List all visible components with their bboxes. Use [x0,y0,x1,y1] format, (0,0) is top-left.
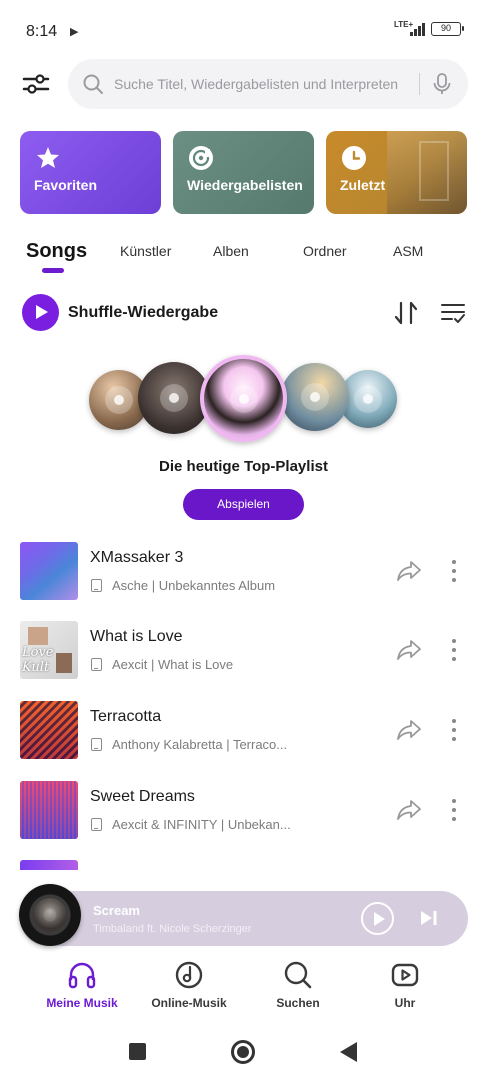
nav-clock[interactable]: Uhr [355,960,455,1010]
multi-select-icon[interactable] [440,300,466,326]
play-top-playlist-button[interactable]: Abspielen [183,489,304,520]
music-disc-icon [175,961,203,989]
song-title: Terracotta [90,708,162,725]
tab-asm[interactable]: ASM [393,243,423,259]
album-art [20,701,78,759]
next-track-icon[interactable] [420,910,438,926]
nav-label: Suchen [276,996,320,1010]
shuffle-play-button[interactable] [22,294,59,331]
recent-card[interactable]: Zuletzt [326,131,467,214]
playlists-label: Wiedergabelisten [187,177,303,193]
song-subtitle: Anthony Kalabretta | Terraco... [112,737,288,752]
microphone-icon[interactable] [430,72,454,96]
tab-albums[interactable]: Alben [213,243,249,259]
back-button[interactable] [340,1042,357,1062]
recent-card-window [419,141,449,201]
play-button[interactable] [361,902,394,935]
song-title: Sweet Dreams [90,788,195,805]
featured-playlist-disc[interactable] [200,355,287,442]
search-divider [419,73,420,95]
local-file-icon [91,579,102,592]
favorites-card[interactable]: Favoriten [20,131,161,214]
song-subtitle: Aexcit | What is Love [112,657,234,672]
status-icons: LTE+ 90 [394,20,464,36]
favorites-label: Favoriten [34,177,98,193]
top-playlist-title: Die heutige Top-Playlist [159,458,328,475]
headphones-icon [68,962,96,989]
nav-label: Online-Musik [151,996,227,1010]
nav-my-music[interactable]: Meine Musik [32,960,132,1010]
nav-online-music[interactable]: Online-Musik [139,960,239,1010]
playlists-card[interactable]: Wiedergabelisten [173,131,314,214]
search-icon [83,74,103,94]
song-subtitle: Asche | Unbekanntes Album [112,578,276,593]
search-input[interactable]: Suche Titel, Wiedergabelisten und Interp… [114,76,419,92]
battery-level: 90 [440,23,451,33]
album-art-text: Love Kult [22,645,54,675]
album-art: Love Kult [20,621,78,679]
song-row[interactable]: Sweet Dreams Aexcit & INFINITY | Unbekan… [0,781,487,841]
status-time: 8:14 [26,23,58,40]
tab-artists[interactable]: Künstler [120,243,171,259]
share-icon[interactable] [395,796,423,824]
media-playing-icon: ▶ [70,26,79,38]
search-icon [284,961,312,989]
network-type: LTE+ [394,20,414,29]
recent-apps-button[interactable] [129,1043,146,1060]
star-icon [37,147,59,168]
filter-icon[interactable] [22,70,50,98]
now-playing-disc[interactable] [19,884,81,946]
local-file-icon [91,658,102,671]
album-art [20,542,78,600]
song-row[interactable]: Terracotta Anthony Kalabretta | Terraco.… [0,701,487,761]
nav-label: Uhr [394,996,416,1010]
battery-icon: 90 [431,22,464,36]
clock-icon [342,146,366,170]
shuffle-label[interactable]: Shuffle-Wiedergabe [68,304,218,322]
video-play-icon [391,963,419,987]
song-title: What is Love [90,628,183,645]
song-title: XMassaker 3 [90,549,184,566]
status-bar: 8:14 ▶ LTE+ 90 [0,0,487,62]
playlist-disc[interactable] [281,363,349,431]
share-icon[interactable] [395,716,423,744]
album-art [20,781,78,839]
home-button[interactable] [231,1040,255,1064]
recent-label: Zuletzt [340,177,386,193]
signal-icon: LTE+ [394,20,425,36]
local-file-icon [91,738,102,751]
more-options-icon[interactable] [446,636,462,664]
sort-icon[interactable] [393,300,419,326]
local-file-icon [91,818,102,831]
song-subtitle: Aexcit & INFINITY | Unbekan... [112,817,291,832]
more-options-icon[interactable] [446,796,462,824]
now-playing-title: Scream [93,903,140,918]
tab-indicator [42,268,64,273]
song-row[interactable]: XMassaker 3 Asche | Unbekanntes Album [0,542,487,602]
more-options-icon[interactable] [446,716,462,744]
mini-player[interactable] [20,891,468,946]
share-icon[interactable] [395,557,423,585]
partial-song-art [20,860,78,870]
more-options-icon[interactable] [446,557,462,585]
tab-folders[interactable]: Ordner [303,243,347,259]
nav-search[interactable]: Suchen [248,960,348,1010]
now-playing-artist: Timbaland ft. Nicole Scherzinger [93,923,252,935]
share-icon[interactable] [395,636,423,664]
tab-songs[interactable]: Songs [26,240,87,263]
song-row[interactable]: Love Kult What is Love Aexcit | What is … [0,621,487,681]
nav-label: Meine Musik [46,996,118,1010]
search-bar[interactable]: Suche Titel, Wiedergabelisten und Interp… [68,59,468,109]
playlist-disc-icon [189,146,213,170]
